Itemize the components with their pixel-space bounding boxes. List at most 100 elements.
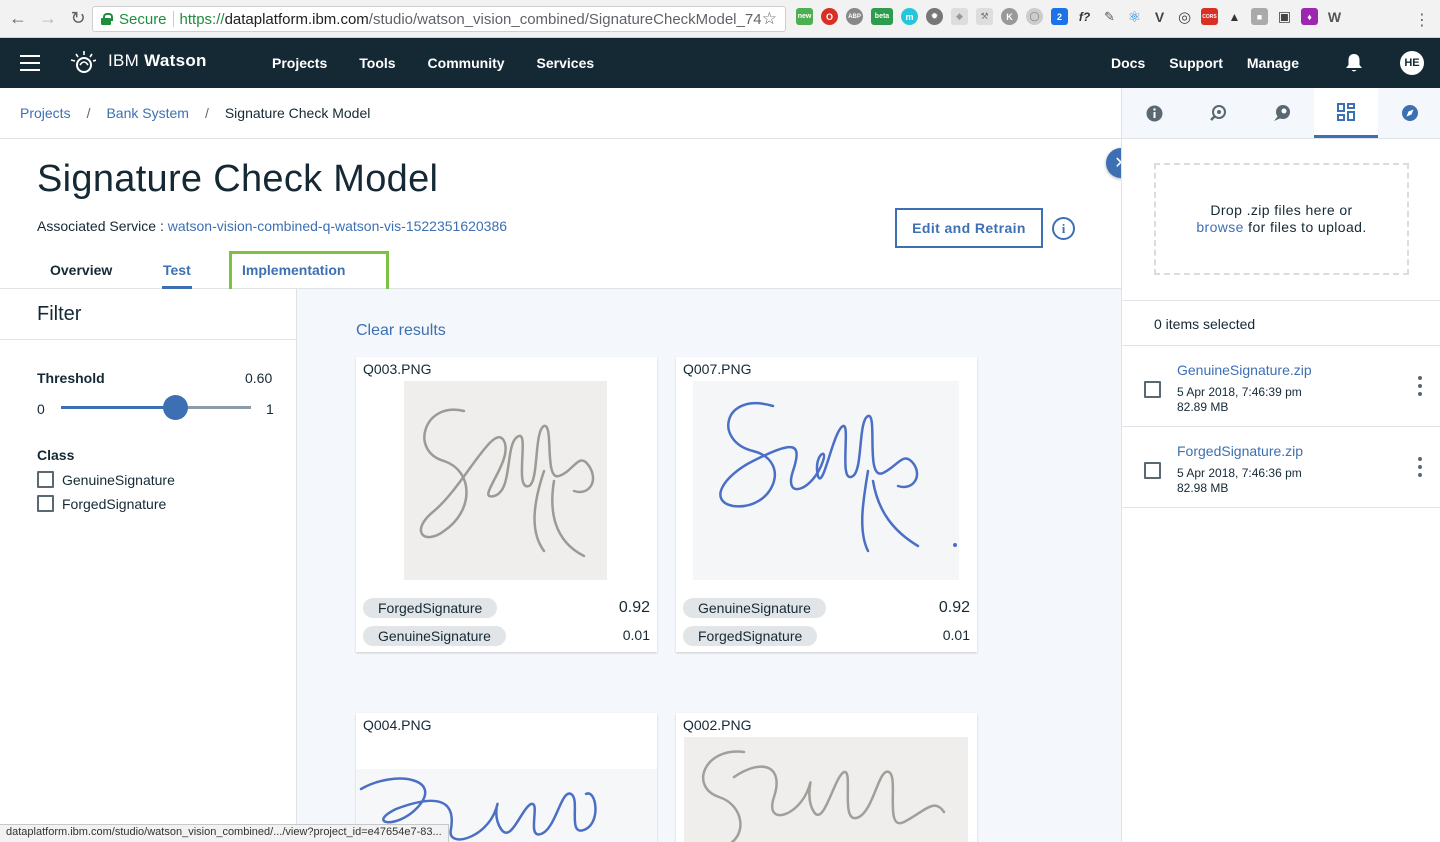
new-extension-icon[interactable]: new bbox=[796, 8, 813, 25]
forged-checkbox[interactable] bbox=[37, 495, 54, 512]
panel-tab-data[interactable] bbox=[1314, 88, 1378, 138]
overflow-menu-icon[interactable] bbox=[1418, 457, 1422, 477]
file-list-item: GenuineSignature.zip 5 Apr 2018, 7:46:39… bbox=[1122, 346, 1440, 427]
nav-tools[interactable]: Tools bbox=[359, 55, 395, 71]
address-bar[interactable]: Secure https://dataplatform.ibm.com/stud… bbox=[92, 6, 786, 32]
file-checkbox[interactable] bbox=[1144, 462, 1161, 479]
breadcrumb-bank-system[interactable]: Bank System bbox=[106, 105, 188, 121]
prediction-score: 0.01 bbox=[942, 627, 970, 643]
compass-icon bbox=[1402, 105, 1418, 121]
threshold-slider[interactable] bbox=[61, 395, 251, 420]
forward-icon[interactable]: → bbox=[34, 5, 62, 33]
nav-community[interactable]: Community bbox=[428, 55, 505, 71]
panel-tab-history[interactable] bbox=[1186, 88, 1250, 138]
brand-title[interactable]: IBM Watson bbox=[108, 51, 207, 71]
adblock-icon[interactable]: ABP bbox=[846, 8, 863, 25]
results-area: Clear results Q003.PNG ForgedSignature 0… bbox=[297, 289, 1121, 842]
edit-extension-icon[interactable]: ✎ bbox=[1101, 8, 1118, 25]
card-filename: Q003.PNG bbox=[363, 361, 432, 377]
result-card[interactable]: Q002.PNG bbox=[676, 713, 977, 842]
right-panel: Drop .zip files here or browse for files … bbox=[1121, 88, 1440, 842]
opera-icon[interactable]: O bbox=[821, 8, 838, 25]
panel-tab-chat[interactable] bbox=[1250, 88, 1314, 138]
back-icon[interactable]: ← bbox=[4, 5, 32, 33]
result-card[interactable]: Q004.PNG bbox=[356, 713, 657, 842]
square-extension-icon[interactable]: ■ bbox=[1251, 8, 1268, 25]
w-extension-icon[interactable]: W bbox=[1326, 8, 1343, 25]
info-icon[interactable]: i bbox=[1052, 217, 1075, 240]
clear-results-link[interactable]: Clear results bbox=[356, 322, 446, 340]
nav-support[interactable]: Support bbox=[1169, 55, 1223, 71]
vue-icon[interactable]: V bbox=[1151, 8, 1168, 25]
file-size: 82.98 MB bbox=[1177, 481, 1229, 495]
nav-projects[interactable]: Projects bbox=[272, 55, 327, 71]
hat-extension-icon[interactable]: ▲ bbox=[1226, 8, 1243, 25]
nav-services[interactable]: Services bbox=[537, 55, 595, 71]
notification-bell-icon[interactable] bbox=[1345, 53, 1363, 73]
file-checkbox[interactable] bbox=[1144, 381, 1161, 398]
file-name-link[interactable]: GenuineSignature.zip bbox=[1177, 362, 1312, 378]
cors-extension-icon[interactable]: CORS bbox=[1201, 8, 1218, 25]
app-header: IBM Watson Projects Tools Community Serv… bbox=[0, 38, 1440, 88]
monitor-extension-icon[interactable]: ▣ bbox=[1276, 8, 1293, 25]
extension-icons: new O ABP beta m ✹ ◆ ⚒ K ◯ 2 f? ✎ ⚛ V ◎ … bbox=[796, 8, 1343, 26]
nav-docs[interactable]: Docs bbox=[1111, 55, 1145, 71]
card-filename: Q007.PNG bbox=[683, 361, 752, 377]
file-date: 5 Apr 2018, 7:46:36 pm bbox=[1177, 466, 1302, 480]
purple-extension-icon[interactable]: ♦ bbox=[1301, 8, 1318, 25]
filter-heading: Filter bbox=[0, 289, 296, 340]
genuine-label: GenuineSignature bbox=[62, 471, 175, 488]
dropzone-text: Drop .zip files here or bbox=[1210, 202, 1353, 218]
prediction-score: 0.92 bbox=[938, 599, 970, 616]
brain-extension-icon[interactable]: ✹ bbox=[926, 8, 943, 25]
associated-service-link[interactable]: watson-vision-combined-q-watson-vis-1522… bbox=[168, 218, 507, 234]
genuine-checkbox[interactable] bbox=[37, 471, 54, 488]
threshold-value: 0.60 bbox=[245, 370, 273, 386]
class-option-genuine[interactable]: GenuineSignature bbox=[37, 471, 175, 488]
history-icon bbox=[1210, 105, 1226, 121]
file-name-link[interactable]: ForgedSignature.zip bbox=[1177, 443, 1303, 459]
tab-test[interactable]: Test bbox=[163, 262, 191, 278]
counter-extension-icon[interactable]: 2 bbox=[1051, 8, 1068, 25]
page-title: Signature Check Model bbox=[37, 158, 439, 200]
browse-link[interactable]: browse bbox=[1196, 219, 1244, 235]
prediction-label: ForgedSignature bbox=[683, 626, 818, 646]
url-text: https://dataplatform.ibm.com/studio/wats… bbox=[179, 10, 762, 28]
browser-toolbar: ← → ↻ Secure https://dataplatform.ibm.co… bbox=[0, 0, 1440, 38]
result-card[interactable]: Q007.PNG GenuineSignature 0.92 ForgedSig… bbox=[676, 357, 977, 652]
beta-extension-icon[interactable]: beta bbox=[871, 8, 893, 25]
breadcrumb-separator: / bbox=[204, 105, 209, 121]
info-panel-icon bbox=[1146, 105, 1162, 121]
result-card[interactable]: Q003.PNG ForgedSignature 0.92 GenuineSig… bbox=[356, 357, 657, 652]
k-extension-icon[interactable]: K bbox=[1001, 8, 1018, 25]
reload-icon[interactable]: ↻ bbox=[64, 5, 92, 33]
overflow-menu-icon[interactable] bbox=[1418, 376, 1422, 396]
signature-image bbox=[693, 381, 959, 580]
edit-and-retrain-button[interactable]: Edit and Retrain bbox=[895, 208, 1043, 248]
tools-extension-icon[interactable]: ⚒ bbox=[976, 8, 993, 25]
filter-sidebar: Filter Threshold 0.60 0 1 Class GenuineS… bbox=[0, 289, 297, 842]
slider-handle[interactable] bbox=[163, 395, 188, 420]
target-extension-icon[interactable]: ◎ bbox=[1176, 8, 1193, 26]
circle-extension-icon[interactable]: ◯ bbox=[1026, 8, 1043, 25]
pin-extension-icon[interactable]: ◆ bbox=[951, 8, 968, 25]
file-dropzone[interactable]: Drop .zip files here or browse for files … bbox=[1154, 163, 1409, 275]
hamburger-menu-icon[interactable] bbox=[20, 55, 40, 71]
class-option-forged[interactable]: ForgedSignature bbox=[37, 495, 166, 512]
panel-tab-info[interactable] bbox=[1122, 88, 1186, 138]
react-icon[interactable]: ⚛ bbox=[1126, 8, 1143, 26]
implementation-highlight bbox=[229, 251, 389, 293]
nav-manage[interactable]: Manage bbox=[1247, 55, 1299, 71]
user-avatar[interactable]: HE bbox=[1400, 51, 1424, 75]
tab-overview[interactable]: Overview bbox=[50, 262, 112, 278]
m-extension-icon[interactable]: m bbox=[901, 8, 918, 25]
bookmark-star-icon[interactable]: ☆ bbox=[762, 9, 777, 29]
prediction-score: 0.92 bbox=[618, 599, 650, 616]
signature-image bbox=[684, 737, 968, 842]
formula-extension-icon[interactable]: f? bbox=[1076, 8, 1093, 25]
class-label: Class bbox=[37, 447, 75, 463]
dropzone-text-2: for files to upload. bbox=[1243, 219, 1367, 235]
panel-tab-explore[interactable] bbox=[1378, 88, 1440, 138]
breadcrumb-projects[interactable]: Projects bbox=[20, 105, 71, 121]
browser-menu-icon[interactable]: ⋮ bbox=[1414, 10, 1430, 30]
